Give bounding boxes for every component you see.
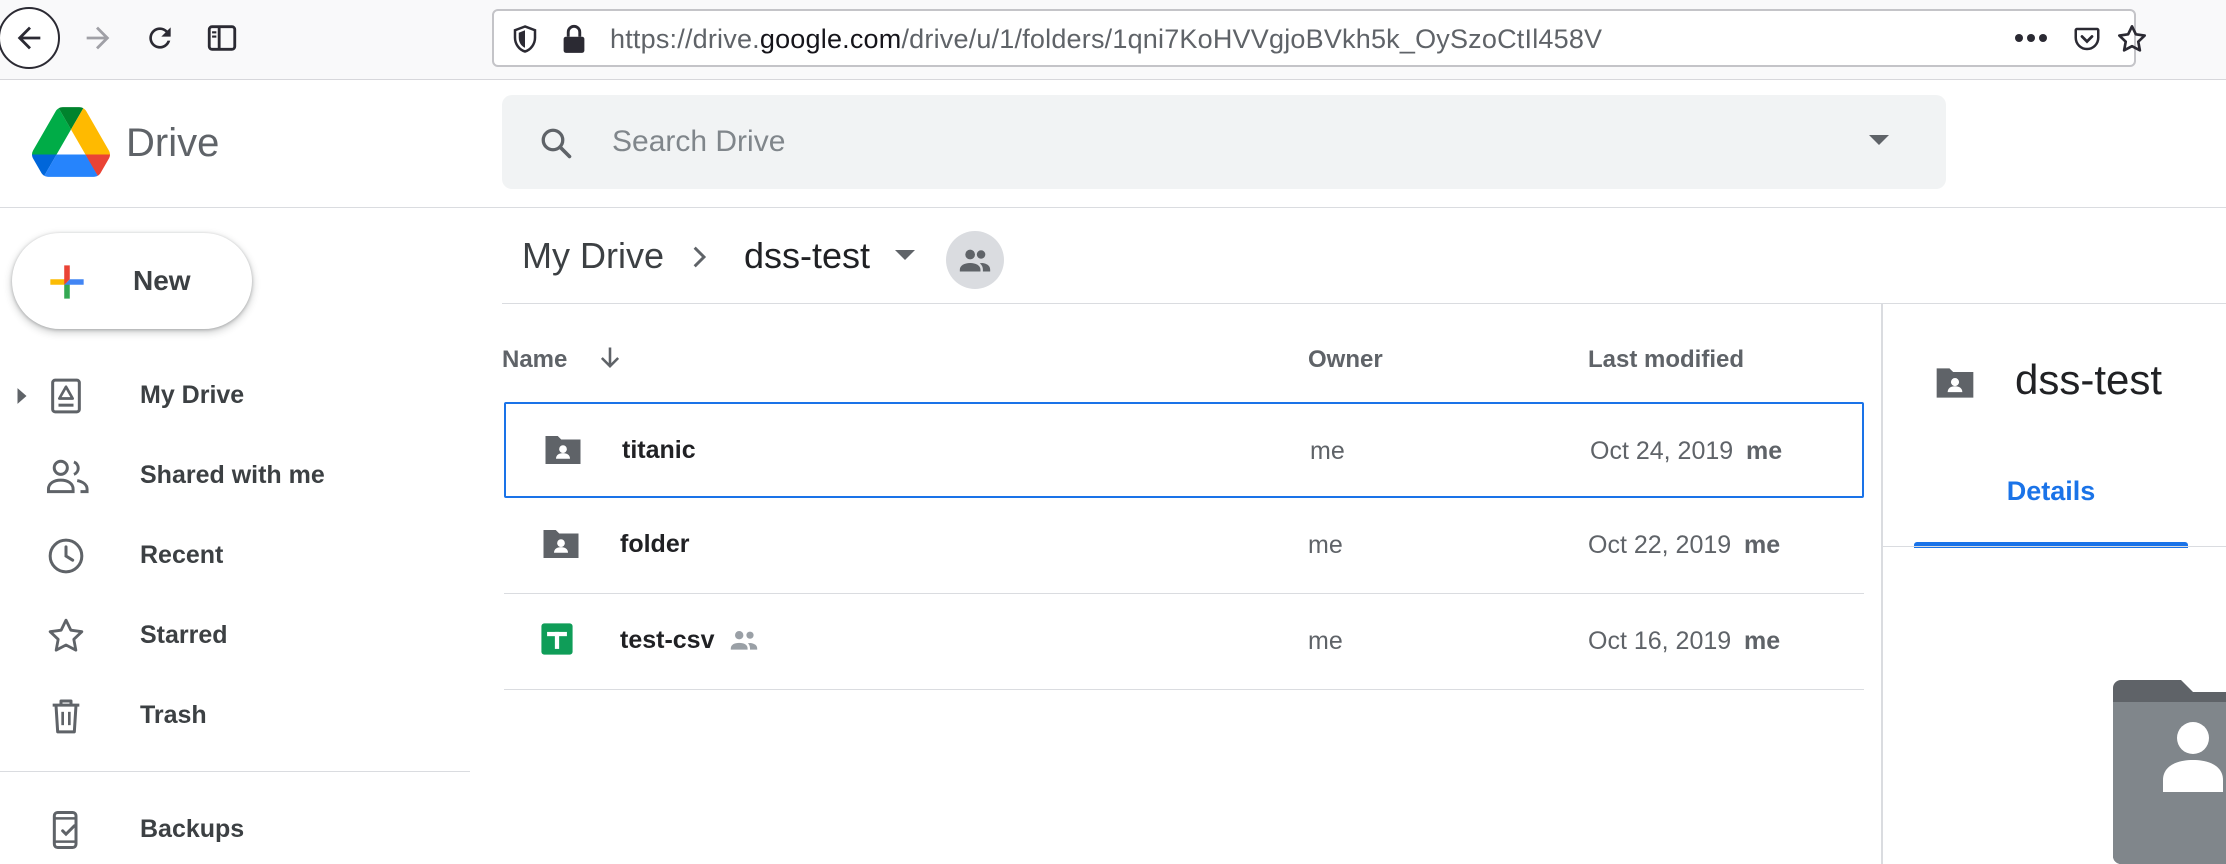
sort-arrow-down-icon[interactable] — [596, 344, 624, 372]
reload-icon — [144, 22, 176, 54]
sidebar-item-trash[interactable]: Trash — [0, 680, 470, 750]
details-panel: dss-test Details — [1881, 304, 2226, 864]
table-row[interactable]: folder me Oct 22, 2019 me — [504, 498, 1864, 594]
sidebar-item-backups[interactable]: Backups — [0, 794, 470, 864]
sidebar-item-label: My Drive — [140, 381, 245, 409]
file-owner: me — [1308, 627, 1343, 655]
file-name: folder — [620, 530, 690, 558]
file-modified-by: me — [1746, 437, 1783, 465]
column-last-modified-header[interactable]: Last modified — [1588, 346, 1744, 374]
chevron-right-icon — [688, 241, 712, 273]
lock-icon — [560, 24, 588, 54]
browser-toolbar: https://drive.google.com/drive/u/1/folde… — [0, 0, 2226, 80]
breadcrumb: My Drive dss-test — [502, 209, 2226, 304]
bookmark-star-icon[interactable] — [2116, 23, 2148, 55]
people-icon — [958, 246, 992, 274]
sidebar-item-label: Trash — [140, 701, 207, 729]
active-tab-indicator — [1914, 542, 2188, 548]
file-name: test-csv — [620, 626, 715, 654]
table-row[interactable]: test-csv me Oct 16, 2019 me — [504, 594, 1864, 690]
file-modified-date: Oct 22, 2019 — [1588, 531, 1732, 559]
file-owner: me — [1308, 531, 1343, 559]
file-owner: me — [1310, 437, 1345, 465]
tab-details[interactable]: Details — [1914, 476, 2188, 548]
clock-icon — [46, 536, 86, 576]
file-name: titanic — [622, 436, 696, 464]
forward-button[interactable] — [68, 8, 128, 68]
breadcrumb-current-folder[interactable]: dss-test — [744, 235, 870, 277]
sidebar-toggle-button[interactable] — [192, 8, 252, 68]
sidebar-item-label: Recent — [140, 541, 224, 569]
drive-logo[interactable] — [32, 107, 110, 182]
shared-folder-icon — [1933, 364, 1977, 402]
shared-folder-icon — [542, 432, 584, 468]
people-icon — [46, 456, 92, 496]
sidebar-item-my-drive[interactable]: My Drive — [0, 360, 470, 430]
search-bar[interactable] — [502, 95, 1946, 189]
shared-people-icon — [726, 628, 762, 652]
new-button-label: New — [133, 265, 191, 296]
file-modified-date: Oct 16, 2019 — [1588, 627, 1732, 655]
app-name: Drive — [126, 121, 220, 165]
arrow-right-icon — [81, 21, 115, 55]
search-input[interactable] — [612, 115, 1812, 169]
sidebar-item-label: Backups — [140, 815, 245, 843]
back-button[interactable] — [0, 7, 60, 69]
url-text: https://drive.google.com/drive/u/1/folde… — [610, 24, 1603, 54]
sidebar-item-recent[interactable]: Recent — [0, 520, 470, 590]
new-button[interactable]: New — [12, 233, 252, 329]
file-modified-by: me — [1744, 531, 1781, 559]
share-button[interactable] — [946, 231, 1004, 289]
details-divider — [1883, 546, 2226, 547]
phone-backup-icon — [46, 810, 86, 850]
table-row[interactable]: titanic me Oct 24, 2019 me — [504, 402, 1864, 498]
expand-caret-icon[interactable] — [16, 387, 28, 410]
list-header: Name Owner Last modified — [502, 304, 1862, 400]
app-header: Drive — [0, 81, 2226, 208]
column-owner-header[interactable]: Owner — [1308, 346, 1383, 374]
address-bar[interactable]: https://drive.google.com/drive/u/1/folde… — [492, 9, 2146, 67]
sidebar-item-starred[interactable]: Starred — [0, 600, 470, 670]
sidebar-icon — [205, 21, 239, 55]
sidebar-item-label: Starred — [140, 621, 228, 649]
file-modified-date: Oct 24, 2019 — [1590, 437, 1734, 465]
plus-icon — [42, 257, 92, 307]
sidebar-item-label: Shared with me — [140, 461, 325, 489]
sidebar-item-shared-with-me[interactable]: Shared with me — [0, 440, 470, 510]
search-icon[interactable] — [538, 125, 574, 161]
star-icon — [46, 616, 86, 656]
file-modified-by: me — [1744, 627, 1781, 655]
trash-icon — [46, 696, 86, 736]
more-dots-icon[interactable] — [2014, 31, 2048, 45]
shared-folder-icon — [540, 526, 582, 562]
tab-label: Details — [2006, 476, 2096, 506]
google-sheets-icon — [540, 622, 574, 656]
pocket-icon[interactable] — [2072, 24, 2102, 54]
shield-icon — [510, 24, 540, 54]
sidebar-divider — [0, 771, 470, 772]
reload-button[interactable] — [130, 8, 190, 68]
arrow-left-icon — [12, 21, 46, 55]
folder-menu-dropdown-icon[interactable] — [894, 249, 916, 261]
breadcrumb-my-drive[interactable]: My Drive — [522, 235, 664, 277]
search-options-dropdown-icon[interactable] — [1868, 133, 1890, 147]
shared-folder-preview-icon — [2113, 680, 2226, 864]
details-title: dss-test — [2015, 356, 2163, 403]
my-drive-icon — [46, 376, 86, 416]
column-name-header[interactable]: Name — [502, 346, 567, 374]
